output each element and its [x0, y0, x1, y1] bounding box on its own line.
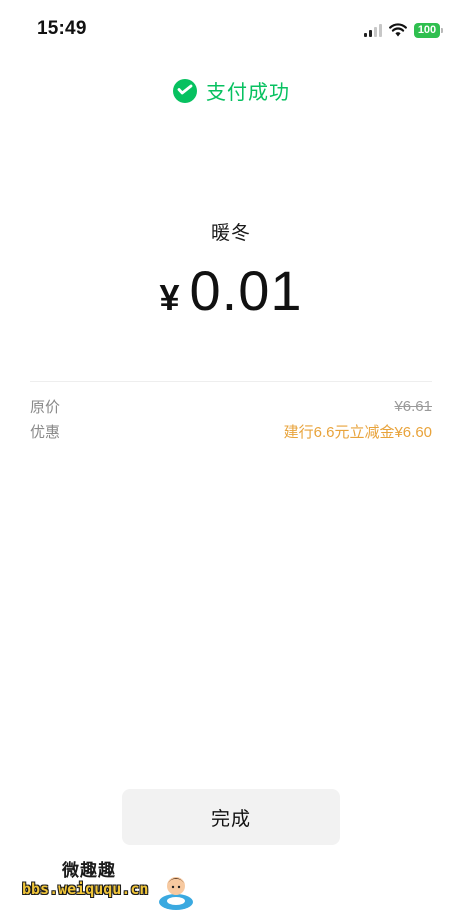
original-price-value: ¥6.61 [394, 397, 432, 415]
currency-symbol: ¥ [159, 277, 180, 318]
status-time: 15:49 [37, 18, 87, 39]
done-button[interactable]: 完成 [122, 789, 340, 845]
discount-label: 优惠 [30, 423, 61, 441]
watermark: 微趣趣 bbs.weiququ.cn [22, 856, 202, 914]
payment-success-header: 支付成功 [0, 76, 462, 105]
payment-success-title: 支付成功 [206, 82, 290, 104]
watermark-title: 微趣趣 [62, 861, 116, 880]
wechat-pay-icon [173, 78, 197, 103]
watermark-url: bbs.weiququ.cn [22, 880, 149, 898]
discount-row: 优惠 建行6.6元立减金¥6.60 [30, 420, 432, 442]
amount-value: 0.01 [189, 259, 303, 322]
discount-value: 建行6.6元立减金¥6.60 [283, 423, 432, 441]
mascot-icon [159, 877, 193, 910]
wifi-icon [389, 23, 407, 37]
original-price-label: 原价 [30, 398, 61, 416]
status-bar: 15:49 100 [0, 0, 462, 58]
cellular-signal-icon [364, 23, 382, 37]
payment-amount: ¥ 0.01 [0, 258, 462, 323]
original-price-row: 原价 ¥6.61 [30, 395, 432, 417]
divider [30, 381, 432, 382]
status-icons: 100 [364, 20, 443, 40]
battery-icon: 100 [414, 22, 443, 38]
merchant-name: 暖冬 [210, 223, 251, 244]
